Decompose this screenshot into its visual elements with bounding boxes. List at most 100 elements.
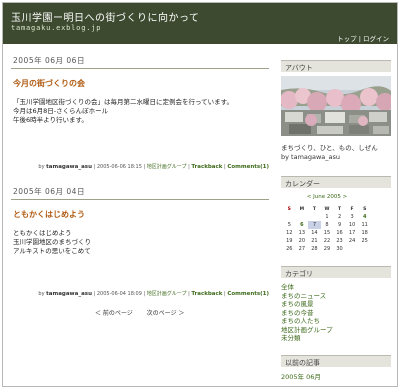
entry-body-line: 今月は6月8日-さくらんぼホール [13, 107, 109, 115]
profile-photo [281, 76, 391, 136]
entry-body-line: アルキストの思いをこめて [13, 247, 91, 255]
entry-timestamp[interactable]: | 2005-06-06 18:15 | [94, 164, 146, 170]
about-tagline: まちづくり、ひと、もの、しぜん [281, 144, 378, 152]
calendar-day [296, 213, 309, 221]
entry-category-link[interactable]: 地区計画グループ [147, 164, 187, 170]
calendar-day-header: S [363, 206, 367, 212]
entry-date: 2005年 06月 04日 [11, 184, 269, 200]
entry-date: 2005年 06月 06日 [11, 53, 269, 69]
entry-title[interactable]: ともかくはじめよう [13, 209, 269, 220]
entry-comments-link[interactable]: Comments(1) [227, 164, 269, 170]
entry-footer-separator: | [224, 164, 226, 170]
calendar-day-header: T [337, 206, 342, 212]
calendar-day: 13 [298, 230, 306, 236]
archive-link[interactable]: 2005年 06月 [281, 373, 321, 382]
entry-trackback-link[interactable]: Trackback [191, 164, 222, 170]
calendar-day: 24 [348, 238, 356, 244]
calendar-day: 26 [286, 246, 293, 252]
category-link[interactable]: まちの人たち [281, 317, 391, 326]
category-heading: カテゴリ [281, 266, 391, 278]
main-column: 2005年 06月 06日 今月の街づくりの会 「玉川学園地区街づくりの会」は毎… [11, 53, 269, 297]
nav-login-link[interactable]: ログイン [363, 35, 389, 43]
entry-body-line: 「玉川学園地区街づくりの会」は毎月第二水曜日に定例会を行っています。 [13, 98, 234, 106]
blog-url[interactable]: tamagaku.exblog.jp [11, 24, 101, 32]
calendar-day-header: M [299, 206, 305, 212]
calendar-day: 14 [311, 230, 318, 236]
entry-footer: by tamagawa_asu | 2005-06-04 18:09 | 地区計… [11, 290, 269, 297]
calendar-day-link[interactable]: 4 [358, 213, 371, 221]
category-link[interactable]: 未分類 [281, 334, 391, 343]
calendar-day [308, 213, 321, 221]
calendar-day-link[interactable]: 6 [296, 221, 309, 229]
calendar-day: 3 [350, 214, 354, 220]
top-nav: トップ | ログイン [337, 33, 389, 43]
entry-footer-by: by [38, 164, 45, 170]
calendar: < June 2005 > S M T W T F S 1 2 3 4 5 6 … [281, 194, 391, 253]
blog-page: 玉川学園ー明日への街づくりに向かって tamagaku.exblog.jp トッ… [2, 2, 398, 387]
entry-footer-by: by [38, 291, 45, 297]
calendar-day: 18 [361, 230, 368, 236]
calendar-day: 5 [287, 222, 291, 228]
calendar-day: 16 [336, 230, 343, 236]
next-page-link[interactable]: 次のページ ＞ [147, 310, 185, 317]
calendar-day-header: W [324, 206, 330, 212]
category-list: 全体 まちのニュース まちの風景 まちの今昔 まちの人たち 地区計画グループ 未… [281, 283, 391, 343]
entry-author-link[interactable]: tamagawa_asu [46, 164, 92, 170]
calendar-day: 1 [325, 214, 329, 220]
entry-body: ともかくはじめよう 玉川学園地区のまちづくり アルキストの思いをこめて [13, 229, 269, 256]
entry-comments-link[interactable]: Comments(1) [227, 291, 269, 297]
calendar-heading: カレンダー [281, 176, 391, 188]
entry-footer: by tamagawa_asu | 2005-06-06 18:15 | 地区計… [11, 163, 269, 170]
calendar-day: 21 [311, 238, 318, 244]
calendar-day: 17 [348, 230, 356, 236]
entry-category-link[interactable]: 地区計画グループ [147, 291, 187, 297]
calendar-day-today: 7 [308, 221, 321, 229]
calendar-day: 23 [336, 238, 343, 244]
entry-body: 「玉川学園地区街づくりの会」は毎月第二水曜日に定例会を行っています。 今月は6月… [13, 98, 269, 125]
calendar-day: 30 [336, 246, 343, 252]
calendar-day: 9 [337, 222, 342, 228]
calendar-month-nav[interactable]: < June 2005 > [281, 194, 373, 200]
entry-title[interactable]: 今月の街づくりの会 [13, 78, 269, 89]
calendar-day: 19 [286, 238, 293, 244]
calendar-day: 29 [323, 246, 331, 252]
category-link[interactable]: まちの今昔 [281, 309, 391, 318]
calendar-day: 28 [311, 246, 318, 252]
entry-body-line: 玉川学園地区のまちづくり [13, 238, 91, 246]
calendar-grid: S M T W T F S 1 2 3 4 5 6 7 8 9 10 11 12… [283, 205, 371, 253]
calendar-day [358, 245, 371, 253]
entry-footer-separator: | [224, 291, 226, 297]
entry-trackback-link[interactable]: Trackback [191, 291, 222, 297]
nav-top-link[interactable]: トップ [337, 35, 357, 43]
prev-page-link[interactable]: ＜ 前のページ [95, 310, 133, 317]
calendar-day [346, 245, 359, 253]
category-link[interactable]: まちの風景 [281, 300, 391, 309]
entry-body-line: 午後6時半より行います。 [13, 116, 88, 124]
entry-author-link[interactable]: tamagawa_asu [46, 291, 92, 297]
pagination: ＜ 前のページ 次のページ ＞ [95, 308, 184, 317]
category-link[interactable]: まちのニュース [281, 292, 391, 301]
blog-entry: 2005年 06月 06日 今月の街づくりの会 「玉川学園地区街づくりの会」は毎… [11, 53, 269, 170]
calendar-day: 11 [361, 222, 368, 228]
calendar-day: 25 [361, 238, 368, 244]
category-link[interactable]: 地区計画グループ [281, 326, 391, 335]
calendar-day: 12 [286, 230, 293, 236]
entry-timestamp[interactable]: | 2005-06-04 18:09 | [94, 291, 146, 297]
about-author: by tamagawa_asu [281, 152, 341, 161]
calendar-day-header: F [350, 206, 354, 212]
calendar-day: 10 [348, 222, 356, 228]
calendar-day-header: T [312, 206, 316, 212]
entry-footer-separator: | [188, 164, 190, 170]
calendar-day: 27 [298, 246, 306, 252]
sidebar: アバウト まちづくり、ひと、もの、しぜん by tamagawa_asu カレン… [281, 60, 391, 381]
archive-heading: 以前の記事 [281, 355, 391, 367]
calendar-day-header: S [287, 206, 291, 212]
entry-body-line: ともかくはじめよう [13, 229, 72, 237]
category-link[interactable]: 全体 [281, 283, 391, 292]
calendar-day: 2 [337, 214, 342, 220]
blog-title[interactable]: 玉川学園ー明日への街づくりに向かって [11, 9, 200, 24]
blog-entry: 2005年 06月 04日 ともかくはじめよう ともかくはじめよう 玉川学園地区… [11, 184, 269, 297]
calendar-day: 20 [298, 238, 306, 244]
calendar-day: 22 [323, 238, 331, 244]
entry-footer-separator: | [188, 291, 190, 297]
